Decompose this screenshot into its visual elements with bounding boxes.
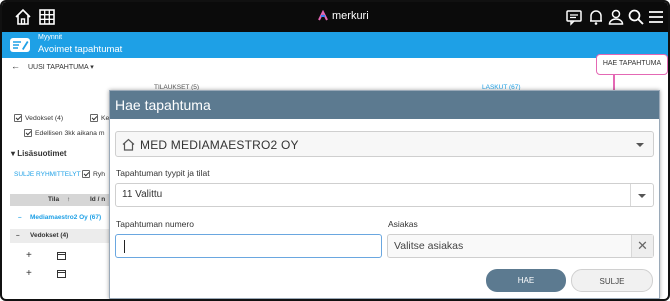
company-select[interactable]: MED MEDIAMAESTRO2 OY (115, 131, 654, 157)
table-row[interactable]: + (10, 267, 112, 281)
number-label: Tapahtuman numero (116, 219, 194, 229)
expand-plus-icon[interactable]: + (26, 250, 32, 261)
table-row[interactable]: + (10, 249, 112, 263)
action-row: ← UUSI TAPAHTUMA ▾ (2, 60, 668, 74)
search-button[interactable]: HAE (486, 269, 566, 292)
edellisen-label: Edellisen 3kk aikana m (35, 129, 105, 137)
company-value: MED MEDIAMAESTRO2 OY (140, 138, 299, 152)
search-event-dialog: Hae tapahtuma MED MEDIAMAESTRO2 OY Tapah… (109, 90, 660, 299)
event-number-input[interactable] (115, 234, 382, 258)
customer-placeholder: Valitse asiakas (394, 240, 464, 252)
collapse-icon: – (16, 232, 20, 239)
collapse-icon: – (18, 214, 22, 221)
breadcrumb-section[interactable]: Myynnit (38, 34, 62, 41)
checkbox-checked-icon (90, 114, 98, 122)
group-label: Mediamaestro2 Oy (67) (30, 214, 102, 221)
group-row-media[interactable]: – Mediamaestro2 Oy (67) (10, 212, 112, 226)
menu-icon[interactable] (647, 8, 665, 26)
expand-plus-icon[interactable]: + (26, 268, 32, 279)
lisasuotimet-heading[interactable]: ▾ Lisäsuotimet (11, 149, 67, 158)
new-event-dropdown[interactable]: UUSI TAPAHTUMA ▾ (28, 63, 94, 71)
vedokset-label: Vedokset (4) (25, 114, 64, 122)
types-select[interactable]: 11 Valittu (115, 183, 654, 207)
sort-arrow-icon[interactable]: ↑ (67, 196, 70, 203)
table-header: Tila ↑ Id / n (10, 194, 112, 206)
close-groupings-link[interactable]: SULJE RYHMITTELYT (14, 171, 81, 178)
types-label: Tapahtuman tyypit ja tilat (116, 168, 210, 178)
col-tila[interactable]: Tila (48, 196, 59, 203)
caret-down-icon (636, 143, 644, 147)
checkbox-checked-icon (14, 114, 22, 122)
app-window: merkuri Myynnit Avoimet tapahtumat ← UUS… (0, 0, 670, 301)
bell-icon[interactable] (587, 8, 605, 26)
caret-down-icon (638, 194, 646, 198)
vedokset-checkbox[interactable]: Vedokset (4) (14, 114, 63, 122)
edit-document-icon (10, 38, 30, 52)
merkuri-logo-icon (318, 10, 328, 21)
text-cursor (124, 240, 125, 253)
search-event-tab[interactable]: HAE TAPAHTUMA (596, 54, 668, 75)
caret-down-icon: ▾ (90, 64, 94, 71)
ryh-checkbox[interactable]: Ryh (82, 170, 105, 178)
dialog-title: Hae tapahtuma (110, 91, 659, 119)
checkbox-checked-icon (82, 170, 90, 178)
customer-select[interactable]: Valitse asiakas ✕ (387, 234, 654, 258)
calendar-icon (57, 270, 66, 278)
user-icon[interactable] (607, 8, 625, 26)
home-icon[interactable] (14, 8, 32, 26)
top-navbar: merkuri (2, 2, 668, 32)
divider (630, 184, 631, 206)
checkbox-checked-icon (24, 129, 32, 137)
group-row-vedokset[interactable]: – Vedokset (4) (10, 229, 112, 243)
back-arrow-icon[interactable]: ← (11, 61, 20, 71)
clear-icon[interactable]: ✕ (631, 235, 653, 257)
page-title: Avoimet tapahtumat (38, 44, 123, 55)
home-icon (122, 138, 135, 151)
grid-icon[interactable] (38, 8, 56, 26)
calendar-icon (57, 252, 66, 260)
new-event-label: UUSI TAPAHTUMA (28, 64, 89, 71)
brand-logo: merkuri (317, 10, 369, 22)
group-label: Vedokset (4) (30, 232, 69, 239)
close-button[interactable]: SULJE (571, 269, 653, 292)
brand-name: merkuri (332, 10, 369, 22)
lisasuotimet-label: Lisäsuotimet (17, 149, 67, 158)
edellisen-checkbox[interactable]: Edellisen 3kk aikana m (24, 129, 105, 137)
customer-label: Asiakas (388, 219, 418, 229)
page-header: Myynnit Avoimet tapahtumat (2, 32, 668, 58)
ke-checkbox[interactable]: Ke (90, 114, 109, 122)
search-icon[interactable] (627, 8, 645, 26)
filter-panel: Vedokset (4) Ke Edellisen 3kk aikana m ▾… (2, 94, 112, 299)
types-value: 11 Valittu (122, 189, 163, 200)
col-id[interactable]: Id / n (90, 196, 105, 203)
chat-icon[interactable] (565, 8, 583, 26)
ryh-label: Ryh (93, 170, 106, 178)
